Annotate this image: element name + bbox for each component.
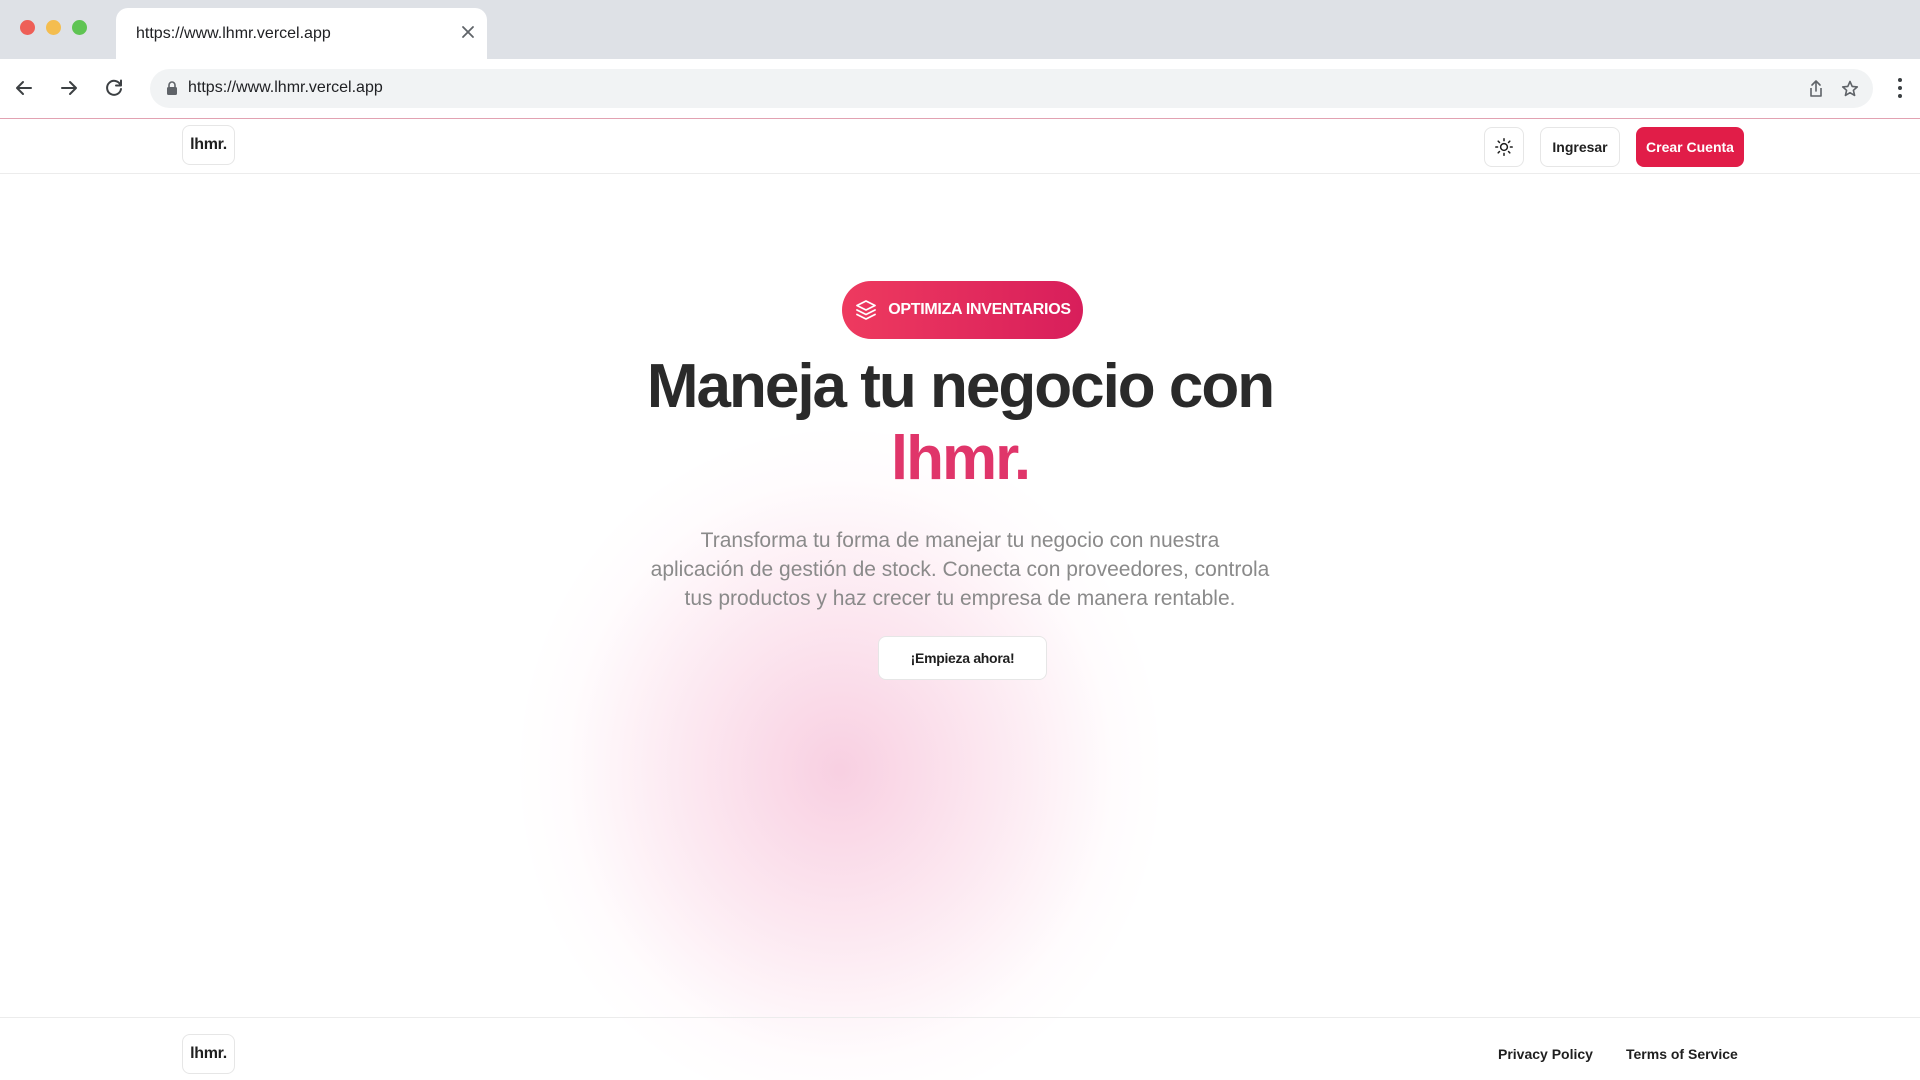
badge-label: OPTIMIZA INVENTARIOS [888, 301, 1071, 318]
reload-icon[interactable] [98, 72, 130, 104]
layers-icon [856, 300, 877, 320]
subtitle-line: tus productos y haz crecer tu empresa de… [684, 587, 1236, 610]
hero-badge: OPTIMIZA INVENTARIOS [842, 281, 1083, 339]
tab-title: https://www.lhmr.vercel.app [136, 25, 331, 42]
theme-toggle-button[interactable] [1484, 127, 1524, 167]
site-header: lhmr. Ingresar Crear Cuenta [0, 120, 1920, 174]
signup-button[interactable]: Crear Cuenta [1636, 127, 1744, 167]
browser-menu-icon[interactable] [1888, 73, 1912, 103]
browser-toolbar: https://www.lhmr.vercel.app [0, 59, 1920, 119]
forward-icon[interactable] [53, 72, 85, 104]
bookmark-star-icon[interactable] [1839, 78, 1861, 100]
hero-subtitle: Transforma tu forma de manejar tu negoci… [610, 526, 1310, 613]
terms-of-service-link[interactable]: Terms of Service [1626, 1046, 1738, 1062]
share-icon[interactable] [1805, 78, 1827, 100]
back-icon[interactable] [8, 72, 40, 104]
close-tab-icon[interactable] [457, 21, 479, 43]
get-started-button[interactable]: ¡Empieza ahora! [878, 636, 1047, 680]
hero-brand-word: lhmr. [890, 424, 1031, 493]
url-text[interactable]: https://www.lhmr.vercel.app [188, 79, 383, 97]
site-footer: lhmr. Privacy Policy Terms of Service [0, 1017, 1920, 1080]
subtitle-line: Transforma tu forma de manejar tu negoci… [700, 529, 1220, 552]
browser-tab[interactable]: https://www.lhmr.vercel.app [116, 8, 487, 59]
web-page: lhmr. Ingresar Crear Cuenta OPTIMIZA INV… [0, 120, 1920, 1080]
login-button[interactable]: Ingresar [1540, 127, 1620, 167]
hero-headline: Maneja tu negocio con [646, 352, 1275, 421]
browser-tab-bar: https://www.lhmr.vercel.app [0, 0, 1920, 59]
subtitle-line: aplicación de gestión de stock. Conecta … [650, 558, 1270, 581]
maximize-window-button[interactable] [72, 20, 87, 35]
minimize-window-button[interactable] [46, 20, 61, 35]
lock-icon[interactable] [164, 80, 180, 96]
privacy-policy-link[interactable]: Privacy Policy [1498, 1046, 1593, 1062]
close-window-button[interactable] [20, 20, 35, 35]
footer-logo[interactable]: lhmr. [182, 1034, 235, 1074]
sun-icon [1495, 138, 1513, 156]
address-bar[interactable]: https://www.lhmr.vercel.app [150, 69, 1873, 108]
site-logo[interactable]: lhmr. [182, 125, 235, 165]
